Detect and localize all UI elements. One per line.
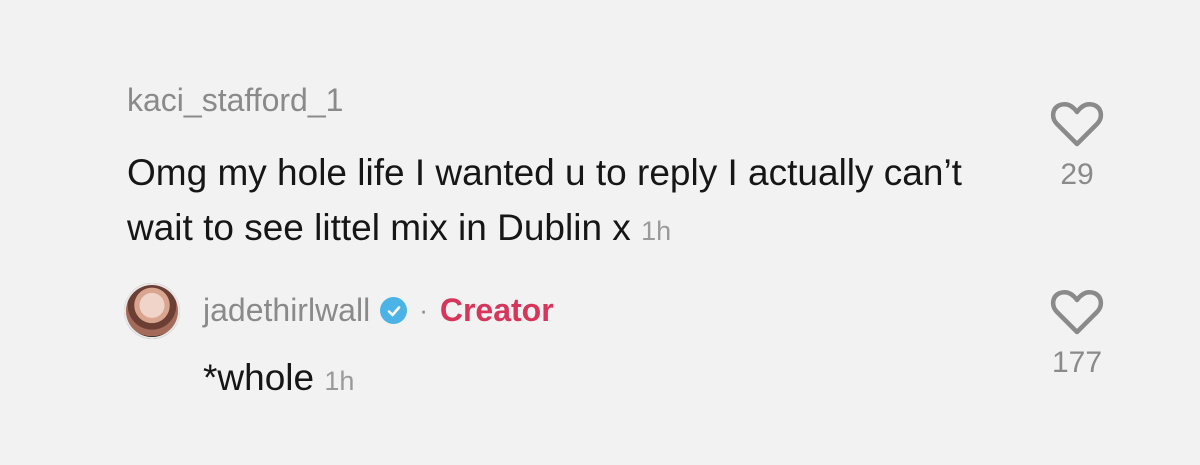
comment-body: Omg my hole life I wanted u to reply I a… [127,152,962,248]
comment-like-count: 29 [1060,158,1094,191]
reply-time: 1h [324,366,355,396]
heart-outline-icon[interactable] [1050,288,1104,336]
verified-badge-icon [380,297,408,324]
avatar[interactable] [124,283,180,339]
reply-header: jadethirlwall · Creator [203,292,554,329]
reply-username[interactable]: jadethirlwall [203,292,370,329]
comment-username[interactable]: kaci_stafford_1 [127,82,343,119]
reply-body: *whole [203,357,315,398]
reply-like[interactable]: 177 [1032,288,1122,380]
reply-like-count: 177 [1051,346,1103,379]
heart-outline-icon[interactable] [1050,100,1104,148]
separator-dot: · [419,295,428,325]
comment-text: Omg my hole life I wanted u to reply I a… [127,145,1007,259]
reply-text: *whole 1h [203,357,354,399]
comment-time: 1h [641,216,672,246]
comment: kaci_stafford_1 Omg my hole life I wante… [0,0,1200,465]
comment-like[interactable]: 29 [1032,100,1122,192]
creator-label: Creator [439,292,554,328]
